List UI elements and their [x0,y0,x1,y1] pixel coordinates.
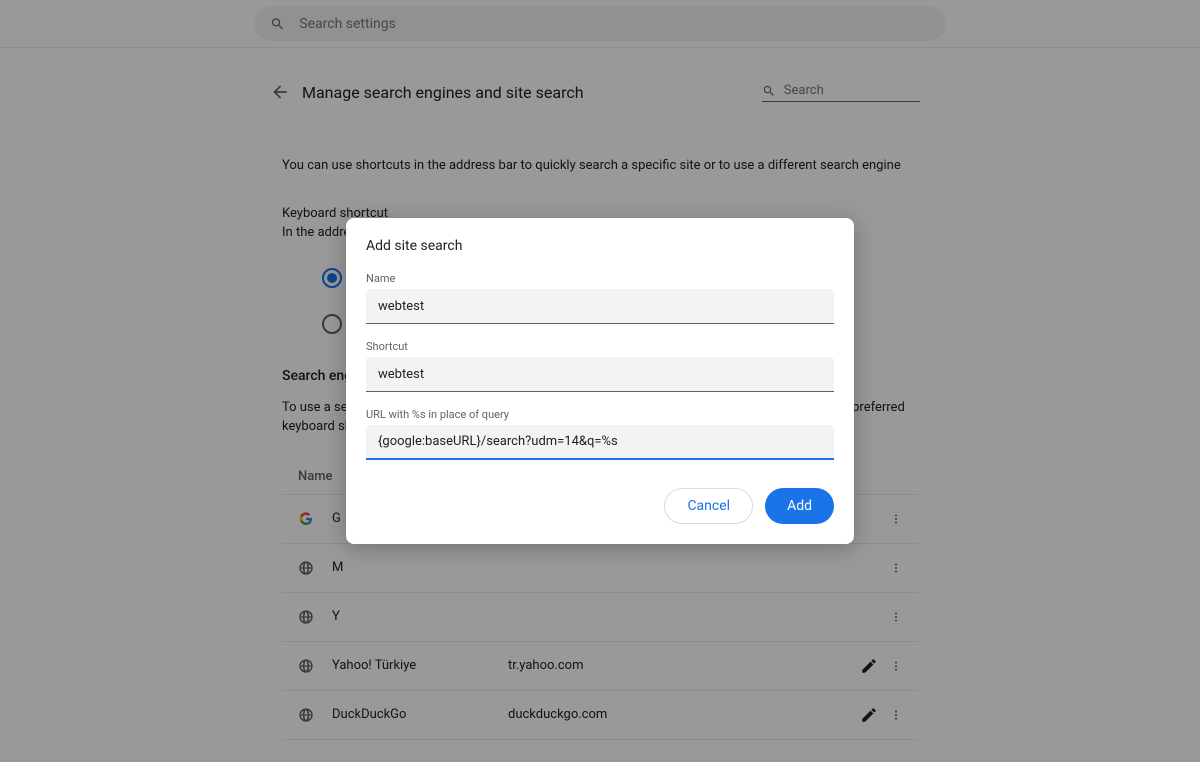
modal-overlay[interactable]: Add site search Name Shortcut URL with %… [0,0,1200,762]
cancel-button[interactable]: Cancel [664,488,753,524]
url-input[interactable] [366,425,834,460]
name-label: Name [366,272,834,285]
url-label: URL with %s in place of query [366,408,834,421]
shortcut-label: Shortcut [366,340,834,353]
name-input[interactable] [366,289,834,324]
dialog-title: Add site search [366,238,834,254]
add-site-search-dialog: Add site search Name Shortcut URL with %… [346,218,854,544]
add-button[interactable]: Add [765,488,834,524]
field-shortcut: Shortcut [366,340,834,392]
shortcut-input[interactable] [366,357,834,392]
field-url: URL with %s in place of query [366,408,834,460]
field-name: Name [366,272,834,324]
